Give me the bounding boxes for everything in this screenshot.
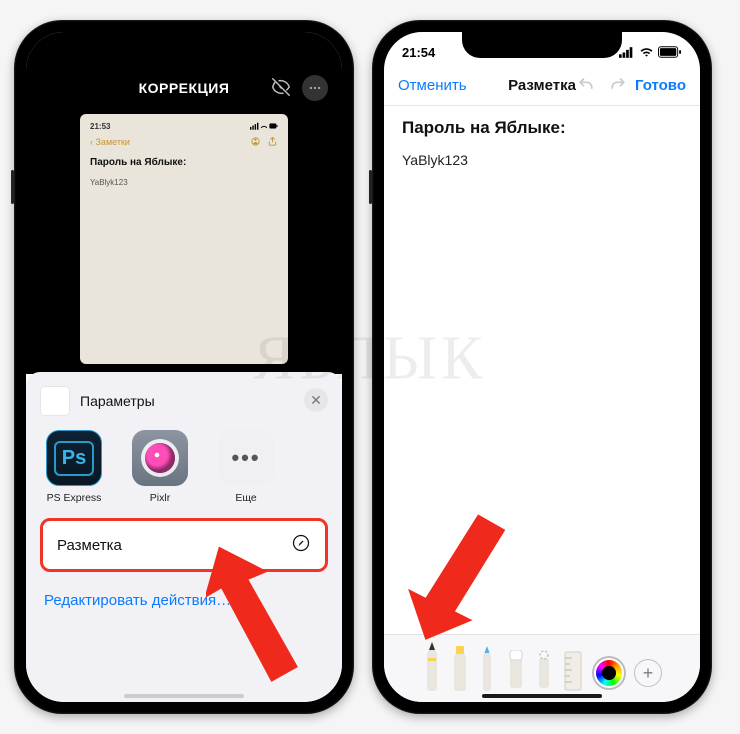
sheet-title: Параметры xyxy=(80,393,155,409)
color-picker-button[interactable] xyxy=(596,660,622,686)
sheet-thumb-icon xyxy=(40,386,70,416)
app-label: PS Express xyxy=(40,492,108,504)
add-button[interactable]: + xyxy=(634,659,662,687)
markup-header: Отменить Разметка Готово xyxy=(384,66,700,106)
app-row: Ps PS Express Pixlr ••• Еще xyxy=(40,430,328,504)
screen-left: КОРРЕКЦИЯ 21:53 xyxy=(26,32,342,702)
notch xyxy=(462,32,622,58)
thumb-title: Пароль на Яблыке: xyxy=(90,157,278,168)
screen-right: 21:54 Отменить Разметка Готово Пароль на… xyxy=(384,32,700,702)
app-more[interactable]: ••• Еще xyxy=(212,430,280,504)
status-time: 21:54 xyxy=(402,45,435,60)
visibility-icon[interactable] xyxy=(270,76,292,101)
thumb-body: YaBlyk123 xyxy=(90,178,278,187)
more-apps-icon: ••• xyxy=(218,430,274,486)
app-label: Еще xyxy=(212,492,280,504)
ps-express-icon: Ps xyxy=(46,430,102,486)
pixlr-icon xyxy=(132,430,188,486)
close-icon[interactable]: ✕ xyxy=(304,388,328,412)
callout-arrow xyxy=(206,532,342,692)
ruler-tool[interactable] xyxy=(562,646,582,692)
phone-left: КОРРЕКЦИЯ 21:53 xyxy=(14,20,354,714)
editor-title: КОРРЕКЦИЯ xyxy=(139,80,230,96)
more-icon[interactable] xyxy=(302,75,328,101)
notch xyxy=(104,32,264,58)
thumb-status-icons xyxy=(250,122,278,132)
thumb-nav-icons xyxy=(250,136,278,147)
done-button[interactable]: Готово xyxy=(635,77,686,94)
doc-body: YaBlyk123 xyxy=(402,152,682,168)
redo-icon[interactable] xyxy=(608,74,628,98)
cancel-button[interactable]: Отменить xyxy=(398,77,467,94)
thumb-back-link: ‹ Заметки xyxy=(90,137,130,147)
undo-icon[interactable] xyxy=(576,74,596,98)
app-pixlr[interactable]: Pixlr xyxy=(126,430,194,504)
home-indicator[interactable] xyxy=(482,694,602,698)
callout-arrow xyxy=(408,512,538,662)
doc-title: Пароль на Яблыке: xyxy=(402,118,682,138)
undo-redo-group xyxy=(576,74,628,98)
app-ps-express[interactable]: Ps PS Express xyxy=(40,430,108,504)
editor-header: КОРРЕКЦИЯ xyxy=(26,70,342,106)
screenshot-thumbnail[interactable]: 21:53 ‹ Заметки Пароль на Яблыке: YaBlyk… xyxy=(80,114,288,364)
home-indicator[interactable] xyxy=(124,694,244,698)
phone-right: 21:54 Отменить Разметка Готово Пароль на… xyxy=(372,20,712,714)
status-indicators xyxy=(619,46,682,58)
thumb-time: 21:53 xyxy=(90,122,110,132)
app-label: Pixlr xyxy=(126,492,194,504)
sheet-header: Параметры ✕ xyxy=(40,386,328,416)
action-label: Разметка xyxy=(57,537,122,554)
header-title: Разметка xyxy=(508,77,576,94)
